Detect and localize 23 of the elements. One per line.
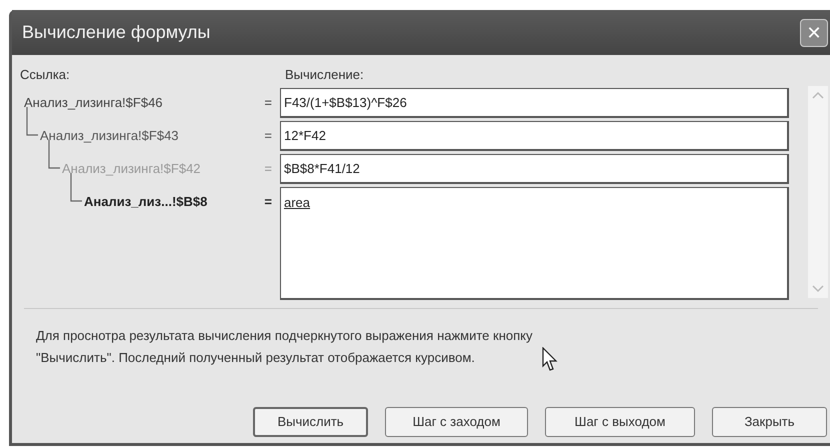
dialog-button[interactable]: Закрыть: [712, 407, 827, 437]
equals-sign: =: [264, 160, 272, 178]
reference-label: Анализ_лизинга!$F$46: [24, 94, 163, 112]
reference-label: Анализ_лизинга!$F$43: [40, 126, 179, 145]
column-label: Вычисление:: [285, 66, 364, 84]
column-label: Ссылка:: [20, 66, 71, 84]
equals-sign: =: [264, 94, 272, 112]
dialog-button[interactable]: Шаг с заходом: [385, 407, 528, 437]
close-button[interactable]: ✕: [800, 18, 828, 46]
evaluation-field[interactable]: $B$8*F41/12: [280, 154, 789, 184]
evaluation-field[interactable]: F43/(1+$B$13)^F$26: [280, 88, 789, 118]
window-title: Вычисление формулы: [22, 21, 210, 44]
scrollbar[interactable]: [808, 86, 828, 298]
evaluation-field[interactable]: area: [280, 186, 789, 300]
evaluation-field[interactable]: 12*F42: [280, 120, 789, 150]
dialog-button[interactable]: Шаг с выходом: [545, 407, 695, 437]
mouse-cursor-icon: [542, 346, 558, 372]
reference-label: Анализ_лизинга!$F$42: [62, 160, 201, 178]
hint-text: Для проснотра результата вычисления подчеркнутого выражения нажмите кнопку "Вычислить". Последний полученный результат отображается курсивом.: [36, 326, 534, 367]
equals-sign: =: [264, 192, 272, 211]
dialog-button[interactable]: Вычислить: [253, 407, 368, 437]
equals-sign: =: [264, 126, 272, 145]
reference-label: Анализ_лиз...!$B$8: [84, 192, 208, 211]
